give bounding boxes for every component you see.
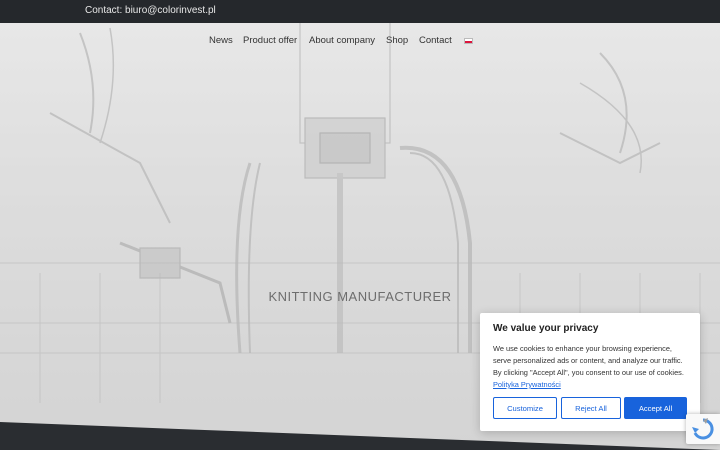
contact-email[interactable]: Contact: biuro@colorinvest.pl: [85, 5, 216, 16]
top-bar: Contact: biuro@colorinvest.pl: [0, 0, 720, 23]
nav-item-news[interactable]: News: [209, 35, 233, 46]
nav-item-contact[interactable]: Contact: [419, 35, 452, 46]
hero-headline: KNITTING MANUFACTURER: [268, 289, 452, 304]
cookie-title: We value your privacy: [493, 323, 599, 334]
nav-item-shop[interactable]: Shop: [386, 35, 408, 46]
accept-all-button[interactable]: Accept All: [624, 397, 687, 419]
customize-button[interactable]: Customize: [493, 397, 557, 419]
main-nav: News Product offer About company Shop Co…: [0, 35, 720, 49]
cookie-consent-banner: We value your privacy We use cookies to …: [480, 313, 700, 431]
cookie-body: We use cookies to enhance your browsing …: [493, 343, 687, 391]
nav-item-product-offer[interactable]: Product offer: [243, 35, 297, 46]
reject-all-button[interactable]: Reject All: [561, 397, 621, 419]
cookie-body-text: We use cookies to enhance your browsing …: [493, 344, 684, 377]
cookie-buttons: Customize Reject All Accept All: [493, 397, 687, 419]
recaptcha-icon: [692, 418, 714, 440]
privacy-policy-link[interactable]: Polityka Prywatności: [493, 380, 561, 389]
poland-flag-icon[interactable]: [464, 38, 473, 44]
recaptcha-badge[interactable]: [686, 414, 720, 444]
nav-item-about-company[interactable]: About company: [309, 35, 375, 46]
